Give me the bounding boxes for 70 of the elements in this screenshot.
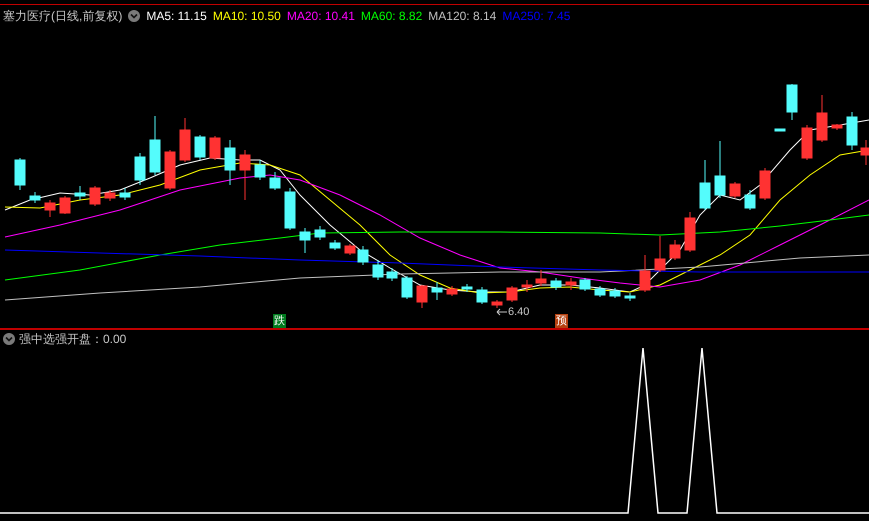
candlestick [446,286,458,296]
candlestick [802,124,812,160]
candlestick [194,134,206,160]
candlestick [14,158,26,190]
chart-title: 塞力医疗(日线,前复权) [3,8,122,24]
candlestick [104,190,116,202]
candlestick [90,186,100,206]
candlestick [372,260,384,280]
candlestick [462,284,472,292]
candlestick [150,116,160,176]
candlestick [330,240,340,250]
moving-average-value: MA20: 10.41 [286,8,355,24]
candlestick [270,172,280,190]
candlestick [744,190,756,210]
candlestick [164,150,176,190]
candlestick [60,196,70,214]
candlestick [134,152,146,186]
candlestick [536,270,546,286]
candlestick [358,246,368,266]
candlestick [386,268,398,282]
candlestick [730,182,740,198]
moving-average-value: MA5: 11.15 [146,8,207,24]
signal-tag: 预 [555,314,568,328]
candlestick [550,278,562,290]
candlestick [506,286,518,302]
left-arrow-icon [496,308,507,316]
candlestick [344,244,356,256]
candlestick [402,276,412,300]
candlestick [640,254,650,292]
candlestick [654,236,666,272]
candlestick [284,188,296,230]
candlestick [44,200,56,218]
candlestick [224,140,236,186]
candlestick [774,128,786,132]
dropdown-icon[interactable] [3,333,15,345]
candlestick [610,288,620,298]
candlestick [120,188,130,200]
candlestick [700,160,710,210]
moving-average-value: MA250: 7.45 [502,8,570,24]
candlestick [670,240,680,260]
candlestick [816,94,828,142]
candlestick [180,118,190,162]
candlestick [860,140,869,166]
price-value: 6.40 [508,305,530,319]
candlestick [522,280,532,292]
moving-average-value: MA10: 10.50 [212,8,281,24]
candlestick [476,286,488,304]
dropdown-icon[interactable] [128,10,140,22]
candlestick [832,124,842,130]
candlestick [30,192,40,204]
candlestick [416,284,428,308]
candlestick [786,84,798,120]
candlestick [210,136,220,160]
candlestick [846,112,858,150]
candlestick [684,212,696,252]
candlestick [594,286,606,298]
candlestick [760,168,770,200]
candlestick [580,278,590,292]
candlestick [714,140,726,198]
signal-tag: 跌 [273,314,286,328]
candlestick [300,228,310,254]
candlestick [432,282,442,300]
moving-average-value: MA60: 8.82 [360,8,422,24]
moving-average-value: MA120: 8.14 [428,8,496,24]
indicator-label: 强中选强开盘：0.00 [19,331,126,348]
candlestick [74,186,86,200]
candlestick [254,160,266,180]
candlestick [240,150,250,200]
candlestick [566,278,576,290]
candlestick [314,226,326,240]
